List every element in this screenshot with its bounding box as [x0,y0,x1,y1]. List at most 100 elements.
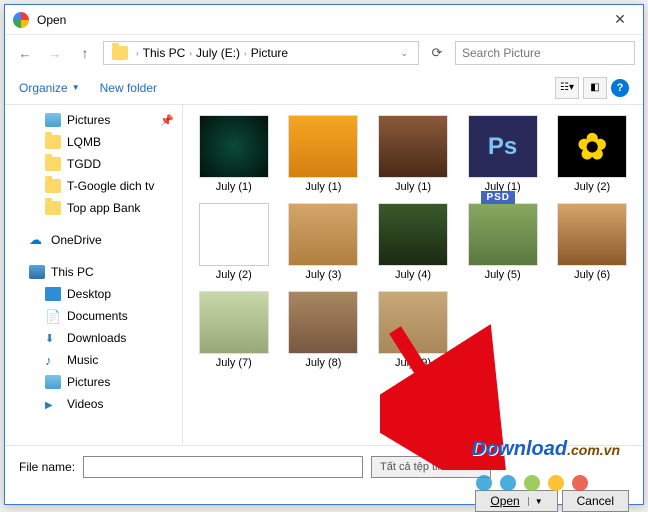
sidebar-item-pictures[interactable]: Pictures📌 [5,109,182,131]
sidebar-item-videos[interactable]: Videos [5,393,182,415]
sidebar-label: Top app Bank [67,201,140,215]
file-item[interactable]: July (1) [370,113,456,195]
open-dialog: Open ✕ ← → ↑ › This PC › July (E:) › Pic… [4,4,644,505]
sidebar-item-downloads[interactable]: Downloads [5,327,182,349]
file-label: July (1) [216,181,252,193]
sidebar-label: T-Google dich tv [67,179,154,193]
thumbnail [199,115,269,178]
desktop-icon [45,287,61,301]
file-label: July (3) [305,269,341,281]
file-label: July (2) [574,181,610,193]
file-item[interactable]: July (3) [281,201,367,283]
documents-icon [45,309,61,323]
file-label: July (6) [574,269,610,281]
file-item[interactable]: July (1) [281,113,367,195]
thumbnail [468,203,538,266]
sidebar-item-lqmb[interactable]: LQMB [5,131,182,153]
file-item[interactable]: July (1) [460,113,546,195]
sidebar-label: Videos [67,397,103,411]
thumbnail [199,291,269,354]
file-list: July (1) July (1) July (1) July (1) July (2)… [183,105,643,379]
main-area: Pictures📌 LQMB TGDD T-Google dich tv Top… [5,105,643,445]
search-input[interactable] [455,41,635,65]
sidebar-item-onedrive[interactable]: ☁ OneDrive [5,229,182,251]
file-label: July (9) [395,357,431,369]
crumb-drive[interactable]: July (E:) [196,46,240,60]
file-label: July (1) [395,181,431,193]
file-item[interactable]: July (2) [191,201,277,283]
file-label: July (2) [216,269,252,281]
up-button[interactable]: ↑ [73,41,97,65]
bottom-panel: File name: Tất cả tệp tin Open▼ Cancel [5,445,643,512]
videos-icon [45,397,61,411]
sidebar-item-thispc[interactable]: This PC [5,261,182,283]
psd-badge: PSD [481,191,515,204]
sidebar-item-pictures2[interactable]: Pictures [5,371,182,393]
folder-icon [112,46,128,60]
filename-input[interactable] [83,456,363,478]
sidebar-item-documents[interactable]: Documents [5,305,182,327]
sidebar-label: TGDD [67,157,101,171]
sidebar-item-desktop[interactable]: Desktop [5,283,182,305]
thumbnail [378,203,448,266]
thumbnail [288,291,358,354]
close-button[interactable]: ✕ [605,5,635,35]
folder-icon [45,179,61,193]
sidebar-label: Desktop [67,287,111,301]
chrome-icon [13,12,29,28]
pictures-icon [45,113,61,127]
thumbnail [288,115,358,178]
preview-pane-button[interactable]: ◧ [583,77,607,99]
new-folder-button[interactable]: New folder [100,81,157,95]
window-title: Open [37,13,605,27]
file-item[interactable]: July (9) [370,289,456,371]
chevron-right-icon: › [136,49,139,58]
file-item[interactable]: July (5) [460,201,546,283]
breadcrumb-dropdown[interactable]: ⌄ [394,48,414,59]
file-label: July (1) [305,181,341,193]
onedrive-icon: ☁ [29,233,45,247]
sidebar-item-tgdd[interactable]: TGDD [5,153,182,175]
file-label: July (8) [305,357,341,369]
thumbnail [378,291,448,354]
thumbnail [557,115,627,178]
thumbnail [199,203,269,266]
sidebar-item-google[interactable]: T-Google dich tv [5,175,182,197]
help-button[interactable]: ? [611,79,629,97]
sidebar-item-topapp[interactable]: Top app Bank [5,197,182,219]
organize-button[interactable]: Organize ▼ [19,81,80,95]
file-type-filter[interactable]: Tất cả tệp tin [371,456,491,478]
thumbnail [378,115,448,178]
crumb-thispc[interactable]: This PC [143,46,186,60]
music-icon [45,353,61,367]
refresh-button[interactable]: ⟳ [425,41,449,65]
file-item[interactable]: July (1) [191,113,277,195]
sidebar-label: Downloads [67,331,126,345]
chevron-down-icon: ▼ [72,83,80,92]
file-item[interactable]: July (6) [549,201,635,283]
sidebar-label: OneDrive [51,233,102,247]
file-item[interactable]: July (4) [370,201,456,283]
sidebar: Pictures📌 LQMB TGDD T-Google dich tv Top… [5,105,183,445]
file-item[interactable]: July (2) [549,113,635,195]
view-mode-button[interactable]: ☷▾ [555,77,579,99]
thumbnail [468,115,538,178]
crumb-folder[interactable]: Picture [251,46,288,60]
chevron-right-icon: › [189,49,192,58]
pictures-icon [45,375,61,389]
downloads-icon [45,331,61,345]
folder-icon [45,201,61,215]
sidebar-label: Documents [67,309,128,323]
file-item[interactable]: July (7) [191,289,277,371]
toolbar: Organize ▼ New folder ☷▾ ◧ ? [5,71,643,105]
breadcrumb[interactable]: › This PC › July (E:) › Picture ⌄ [103,41,419,65]
sidebar-item-music[interactable]: Music [5,349,182,371]
file-label: July (4) [395,269,431,281]
sidebar-label: Pictures [67,375,110,389]
sidebar-label: Pictures [67,113,110,127]
folder-icon [45,135,61,149]
back-button[interactable]: ← [13,41,37,65]
file-label: July (7) [216,357,252,369]
forward-button[interactable]: → [43,41,67,65]
file-item[interactable]: July (8) [281,289,367,371]
